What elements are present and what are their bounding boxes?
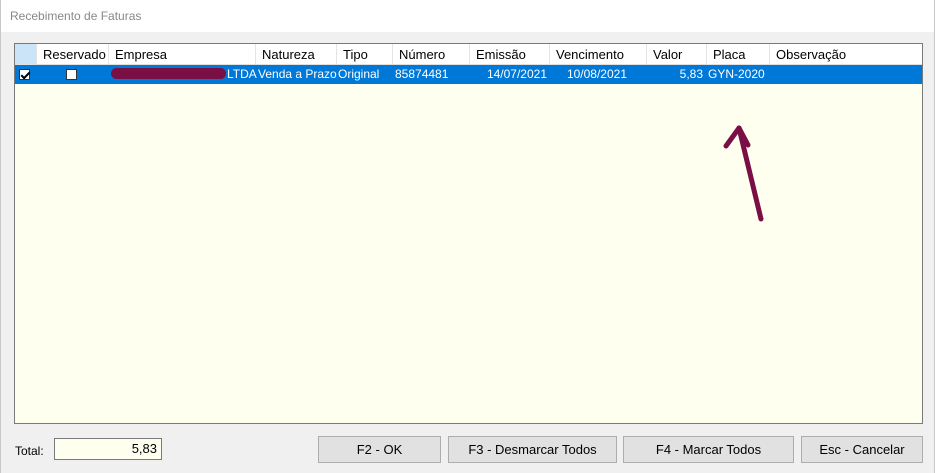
dialog-window: Recebimento de Faturas Reservado Empresa… — [0, 0, 935, 473]
empresa-cell: LTDA — [227, 67, 257, 81]
title-bar: Recebimento de Faturas — [1, 0, 934, 32]
header-numero[interactable]: Número — [393, 44, 470, 64]
marcar-todos-button[interactable]: F4 - Marcar Todos — [623, 436, 794, 463]
table-row[interactable]: LTDA Venda a Prazo Original 85874481 14/… — [15, 65, 922, 84]
header-natureza[interactable]: Natureza — [256, 44, 337, 64]
natureza-cell: Venda a Prazo — [258, 67, 337, 81]
valor-cell: 5,83 — [679, 67, 703, 81]
placa-cell: GYN-2020 — [708, 67, 765, 81]
vencimento-cell: 10/08/2021 — [566, 67, 627, 81]
reservado-checkbox[interactable] — [66, 69, 77, 80]
emissao-cell: 14/07/2021 — [486, 67, 547, 81]
ok-button[interactable]: F2 - OK — [318, 436, 441, 463]
row-select-checkbox[interactable] — [19, 69, 30, 80]
header-tipo[interactable]: Tipo — [337, 44, 393, 64]
invoice-grid[interactable]: Reservado Empresa Natureza Tipo Número E… — [14, 43, 923, 424]
header-placa[interactable]: Placa — [707, 44, 770, 64]
header-reservado[interactable]: Reservado — [37, 44, 109, 64]
header-select-column[interactable] — [15, 44, 37, 64]
annotation-arrow-icon — [723, 125, 764, 222]
numero-cell: 85874481 — [395, 67, 449, 81]
observacao-cell — [772, 65, 922, 84]
redacted-company-name — [111, 68, 226, 79]
total-value-field: 5,83 — [54, 438, 162, 460]
header-empresa[interactable]: Empresa — [109, 44, 256, 64]
window-title: Recebimento de Faturas — [10, 9, 142, 23]
header-emissao[interactable]: Emissão — [470, 44, 550, 64]
cancelar-button[interactable]: Esc - Cancelar — [801, 436, 923, 463]
grid-header: Reservado Empresa Natureza Tipo Número E… — [15, 44, 922, 65]
header-vencimento[interactable]: Vencimento — [550, 44, 647, 64]
tipo-cell: Original — [338, 67, 380, 81]
desmarcar-todos-button[interactable]: F3 - Desmarcar Todos — [448, 436, 617, 463]
header-observacao[interactable]: Observação — [770, 44, 922, 64]
header-valor[interactable]: Valor — [647, 44, 707, 64]
total-label: Total: — [15, 444, 44, 458]
